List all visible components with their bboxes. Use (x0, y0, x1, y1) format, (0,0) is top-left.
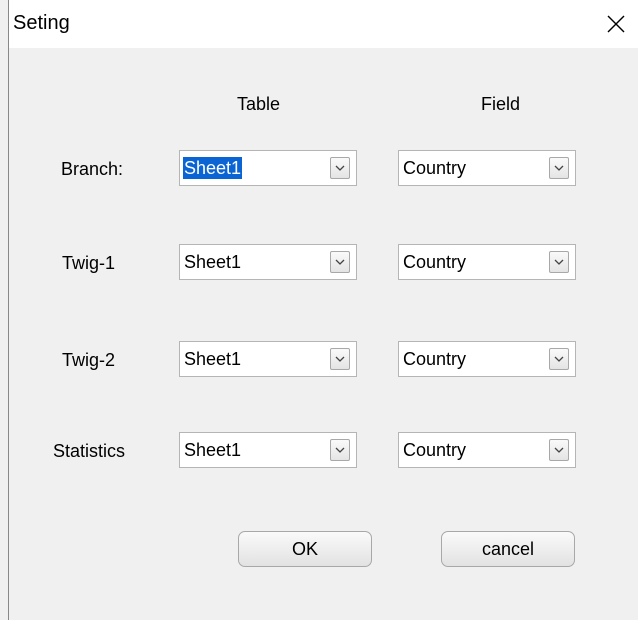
chevron-down-icon (335, 165, 345, 171)
chevron-down-icon (554, 356, 564, 362)
twig-2-field-select[interactable]: Country (398, 341, 576, 377)
dropdown-button[interactable] (330, 439, 350, 461)
twig-1-field-value: Country (403, 252, 467, 272)
dropdown-button[interactable] (549, 157, 569, 179)
statistics-field-select[interactable]: Country (398, 432, 576, 468)
statistics-field-value: Country (403, 440, 467, 460)
chevron-down-icon (335, 356, 345, 362)
statistics-table-value: Sheet1 (184, 440, 242, 460)
statistics-label: Statistics (53, 441, 126, 461)
twig-1-table-value: Sheet1 (184, 252, 242, 272)
ok-button[interactable]: OK (238, 531, 372, 567)
dropdown-button[interactable] (549, 439, 569, 461)
cancel-button[interactable]: cancel (441, 531, 575, 567)
chevron-down-icon (554, 165, 564, 171)
dropdown-button[interactable] (330, 251, 350, 273)
chevron-down-icon (554, 259, 564, 265)
field-column-header: Field (481, 94, 521, 114)
chevron-down-icon (335, 259, 345, 265)
twig-1-table-select[interactable]: Sheet1 (179, 244, 357, 280)
branch-field-select[interactable]: Country (398, 150, 576, 186)
chevron-down-icon (554, 447, 564, 453)
twig-2-table-select[interactable]: Sheet1 (179, 341, 357, 377)
branch-table-value: Sheet1 (183, 157, 243, 179)
branch-field-value: Country (403, 158, 467, 178)
statistics-table-select[interactable]: Sheet1 (179, 432, 357, 468)
close-icon (607, 15, 625, 33)
twig-1-field-select[interactable]: Country (398, 244, 576, 280)
twig-2-table-value: Sheet1 (184, 349, 242, 369)
twig-2-label: Twig-2 (62, 350, 116, 370)
close-button[interactable] (593, 0, 638, 48)
chevron-down-icon (335, 447, 345, 453)
title-bar: Seting (9, 0, 638, 48)
dropdown-button[interactable] (330, 157, 350, 179)
dropdown-button[interactable] (330, 348, 350, 370)
dropdown-button[interactable] (549, 348, 569, 370)
dialog-title: Seting (13, 12, 70, 34)
twig-1-label: Twig-1 (62, 253, 116, 273)
branch-table-select[interactable]: Sheet1 (179, 150, 357, 186)
settings-dialog: Seting Table Field Branch: Sheet1 Countr… (8, 0, 638, 620)
branch-label: Branch: (61, 159, 124, 179)
twig-2-field-value: Country (403, 349, 467, 369)
dropdown-button[interactable] (549, 251, 569, 273)
table-column-header: Table (237, 94, 281, 114)
